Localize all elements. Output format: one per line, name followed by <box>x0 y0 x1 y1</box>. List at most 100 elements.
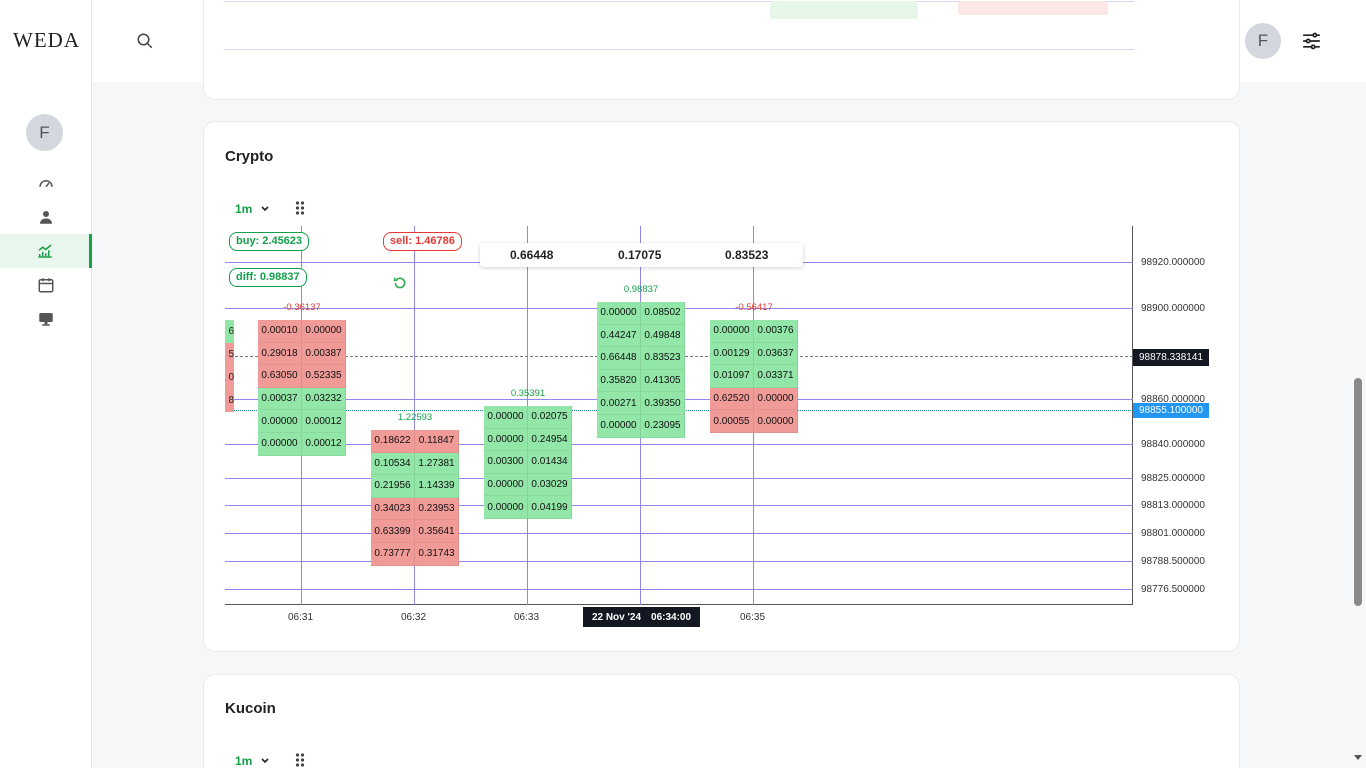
settings-sliders-icon[interactable] <box>1301 31 1322 51</box>
cluster-bid-cell: 0.00000 <box>710 320 754 343</box>
cluster-bid-cell: 0.00300 <box>484 451 528 474</box>
price-tick: 98840.000000 <box>1141 439 1205 450</box>
cluster-ask-cell: 0.00000 <box>302 320 346 343</box>
cluster-ask-cell: 0.03029 <box>528 473 572 497</box>
cluster-row: 0.63399 0.35641 <box>371 520 459 543</box>
grid-line <box>225 589 1133 590</box>
crosshair-time-tag: 22 Nov '24 06:34:00 <box>583 607 700 627</box>
app-logo[interactable]: WEDA <box>13 28 80 53</box>
cluster-bid-cell: 0.00000 <box>484 406 528 429</box>
cluster-row: 0.29018 0.00387 <box>258 342 346 366</box>
cluster-bid-cell: 0.29018 <box>258 342 302 366</box>
drag-handle-icon[interactable] <box>295 753 305 767</box>
calendar-icon <box>38 278 54 293</box>
sidebar-item-monitor[interactable] <box>0 302 92 336</box>
cluster-row: 0.34023 0.23953 <box>371 497 459 521</box>
cluster-bid-cell: 0.00000 <box>258 432 302 456</box>
time-tick: 06:33 <box>514 612 540 623</box>
footprint-cluster[interactable]: 0.00010 0.00000 0.29018 0.00387 0.63050 0.523… <box>258 320 346 456</box>
cluster-row: 0.00000 0.08502 <box>597 302 685 325</box>
cluster-ask-cell: 0.11847 <box>415 430 459 453</box>
sidebar-item-users[interactable] <box>0 200 92 234</box>
cluster-bid-cell: 0.18622 <box>371 430 415 453</box>
cluster-row: 0.00000 0.02075 <box>484 406 572 429</box>
cluster-row: 0.62520 0.00000 <box>710 387 798 411</box>
price-tick: 98900.000000 <box>1141 303 1205 314</box>
sidebar-item-dashboard[interactable] <box>0 166 92 200</box>
cluster-row: 0.00129 0.03637 <box>710 342 798 366</box>
cluster-bid-cell: 0.63050 <box>258 365 302 388</box>
cluster-ask-cell: 0.23095 <box>641 414 685 438</box>
cluster-ask-cell: 0.00000 <box>754 387 798 411</box>
refresh-icon[interactable] <box>392 275 408 291</box>
crosshair-date: 22 Nov '24 <box>591 611 642 623</box>
cluster-bid-cell: 0.00000 <box>258 410 302 433</box>
cluster-ask-cell: 0.03637 <box>754 342 798 366</box>
edge-cell: 5 <box>225 343 234 366</box>
timeframe-select[interactable]: 1m <box>235 202 270 216</box>
cluster-ask-cell: 0.01434 <box>528 451 572 474</box>
price-tick: 98825.000000 <box>1141 473 1205 484</box>
edge-cluster: 6 5 0 8 <box>225 320 234 412</box>
cluster-bid-cell: 0.00000 <box>484 428 528 452</box>
cluster-ask-cell: 0.00000 <box>754 410 798 433</box>
cluster-ask-cell: 1.14339 <box>415 475 459 498</box>
cluster-row: 0.66448 0.83523 <box>597 347 685 370</box>
price-tick: 98813.000000 <box>1141 500 1205 511</box>
footprint-cluster[interactable]: 0.00000 0.02075 0.00000 0.24954 0.00300 0.014… <box>484 406 572 519</box>
cluster-row: 0.44247 0.49848 <box>597 324 685 348</box>
page-scrollbar[interactable] <box>1354 378 1362 606</box>
cluster-bid-cell: 0.00055 <box>710 410 754 433</box>
footprint-cluster[interactable]: 0.18622 0.11847 0.10534 1.27381 0.21956 1.143… <box>371 430 459 566</box>
chevron-down-icon <box>261 758 269 764</box>
cluster-row: 0.00010 0.00000 <box>258 320 346 343</box>
cluster-row: 0.00055 0.00000 <box>710 410 798 433</box>
crosshair-time: 06:34:00 <box>651 611 692 623</box>
cluster-bid-cell: 0.73777 <box>371 542 415 566</box>
sidebar-avatar[interactable]: F <box>26 114 63 151</box>
footprint-cluster[interactable]: 0.00000 0.00376 0.00129 0.03637 0.01097 0.033… <box>710 320 798 433</box>
cluster-bid-cell: 0.00010 <box>258 320 302 343</box>
last-price-tag: 98855.100000 <box>1133 403 1209 418</box>
drag-handle-icon[interactable] <box>295 201 305 215</box>
cluster-delta-label: 0.35391 <box>510 388 546 399</box>
edge-cell: 0 <box>225 366 234 389</box>
info-value: 0.66448 <box>510 248 554 262</box>
timeframe-select[interactable]: 1m <box>235 754 270 768</box>
cluster-bid-cell: 0.63399 <box>371 520 415 543</box>
cluster-bid-cell: 0.00129 <box>710 342 754 366</box>
footprint-cluster[interactable]: 0.00000 0.08502 0.44247 0.49848 0.66448 0.835… <box>597 302 685 438</box>
sidebar-item-calendar[interactable] <box>0 268 92 302</box>
cluster-row: 0.73777 0.31743 <box>371 542 459 566</box>
cluster-row: 0.00000 0.24954 <box>484 428 572 452</box>
user-avatar[interactable]: F <box>1245 23 1281 59</box>
sidebar: WEDA F <box>0 0 92 768</box>
previous-chart-card <box>203 0 1240 100</box>
card-title: Crypto <box>225 148 274 165</box>
cluster-row: 0.21956 1.14339 <box>371 475 459 498</box>
cluster-ask-cell: 0.04199 <box>528 496 572 519</box>
cluster-row: 0.00000 0.00376 <box>710 320 798 343</box>
cluster-delta-label: 1.22593 <box>397 412 433 423</box>
cluster-ask-cell: 0.31743 <box>415 542 459 566</box>
search-icon[interactable] <box>136 32 154 50</box>
cluster-ask-cell: 0.52335 <box>302 365 346 388</box>
cluster-row: 0.01097 0.03371 <box>710 365 798 388</box>
cluster-ask-cell: 0.00012 <box>302 432 346 456</box>
cluster-ask-cell: 0.24954 <box>528 428 572 452</box>
monitor-icon <box>39 313 53 326</box>
scroll-down-arrow-icon[interactable] <box>1353 752 1363 762</box>
sidebar-item-charts[interactable] <box>0 234 92 268</box>
cluster-delta-label: -0.36137 <box>283 302 321 313</box>
cluster-ask-cell: 0.35641 <box>415 520 459 543</box>
grid-line <box>225 478 1133 479</box>
cluster-row: 0.00000 0.04199 <box>484 496 572 519</box>
kucoin-card: Kucoin 1m <box>203 674 1240 768</box>
cluster-ask-cell: 0.41305 <box>641 369 685 393</box>
speedometer-icon <box>39 180 53 188</box>
time-tick: 06:31 <box>288 612 314 623</box>
price-tick: 98801.000000 <box>1141 528 1205 539</box>
info-value: 0.83523 <box>725 248 769 262</box>
edge-cell: 6 <box>225 320 234 343</box>
cluster-bid-cell: 0.10534 <box>371 452 415 476</box>
